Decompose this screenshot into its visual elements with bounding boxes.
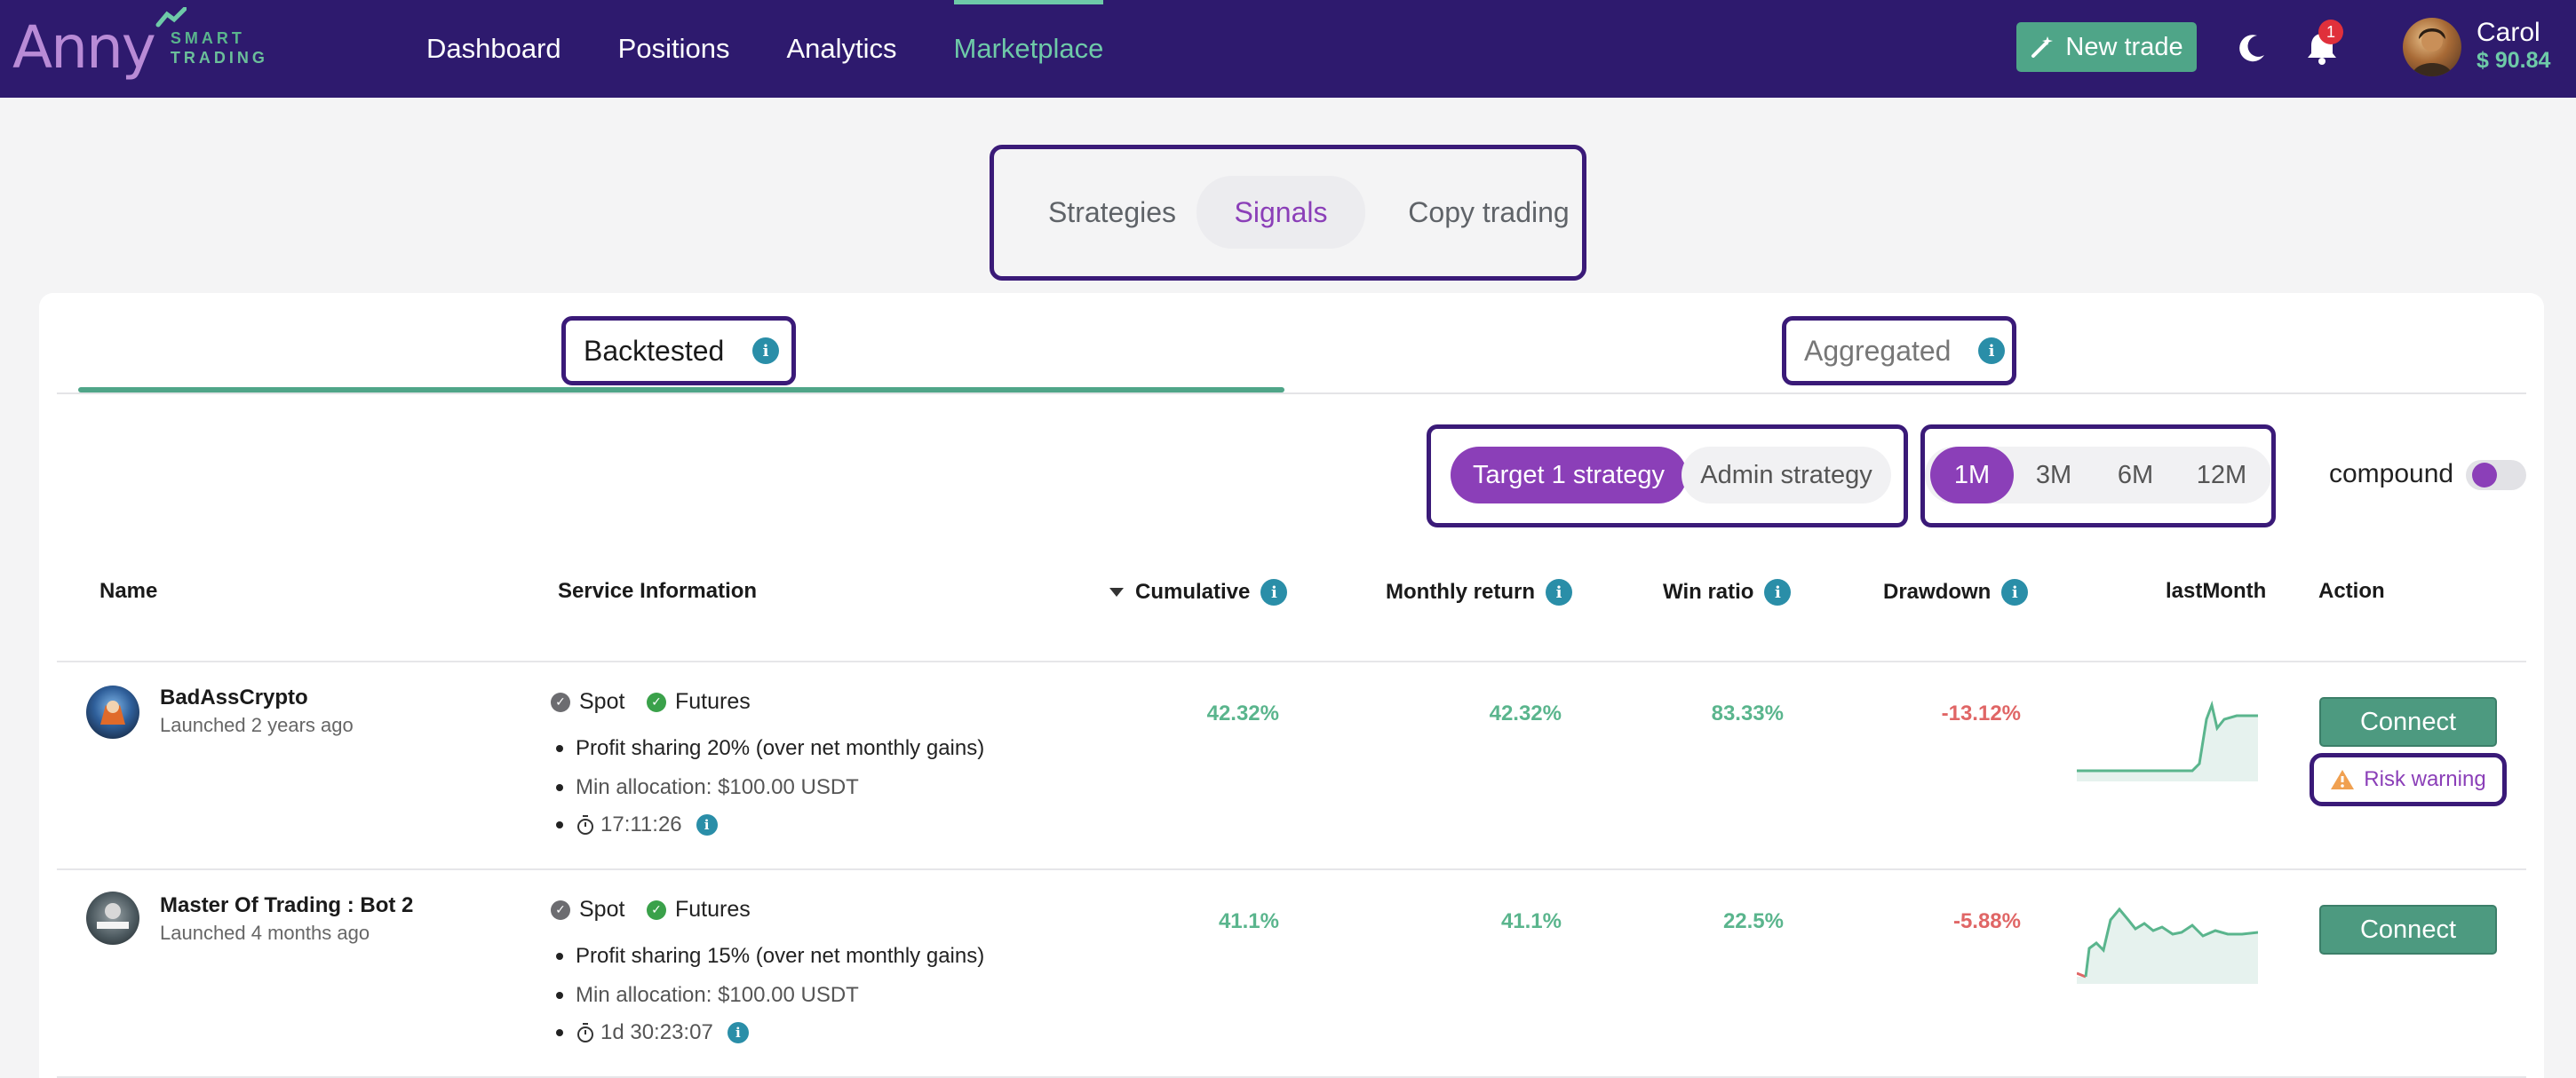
connect-button[interactable]: Connect (2319, 905, 2497, 955)
dark-mode-moon-icon[interactable] (2234, 30, 2270, 66)
cumulative-value: 42.32% (1206, 701, 1279, 725)
header-action: Action (2318, 579, 2385, 603)
period-12m[interactable]: 12M (2179, 447, 2264, 503)
magic-wand-icon (2031, 36, 2054, 58)
check-icon: ✓ (551, 692, 570, 712)
nav-dashboard[interactable]: Dashboard (426, 0, 561, 98)
period-1m[interactable]: 1M (1930, 447, 2014, 503)
tabs-divider (57, 392, 2526, 394)
row-name[interactable]: Master Of Trading : Bot 2 (160, 893, 413, 918)
logo-subtitle: SMART TRADING (170, 29, 268, 67)
info-icon[interactable]: i (1764, 579, 1792, 606)
header-name: Name (99, 579, 158, 603)
period-6m[interactable]: 6M (2095, 447, 2175, 503)
avatar (86, 686, 139, 739)
win-ratio-value: 22.5% (1722, 909, 1784, 933)
info-icon[interactable]: i (1546, 579, 1572, 606)
logo-wordmark: Anny (12, 13, 156, 82)
tag-futures: ✓ Futures (647, 897, 751, 923)
win-ratio-value: 83.33% (1711, 701, 1784, 725)
stopwatch-icon (577, 1023, 593, 1042)
nav-analytics[interactable]: Analytics (786, 0, 896, 98)
top-navbar: Anny SMART TRADING Dashboard Positions A… (0, 0, 2576, 98)
strategy-filter: Target 1 strategy Admin strategy (1427, 424, 1908, 527)
logo-tick-icon (155, 7, 187, 28)
avatar (86, 892, 139, 945)
header-monthly-return[interactable]: Monthly return i (1386, 579, 1572, 606)
master-of-trading-logo-icon (97, 903, 129, 929)
header-win-ratio[interactable]: Win ratio i (1663, 579, 1792, 606)
tab-aggregated-label: Aggregated (1804, 334, 1952, 367)
strategy-target-1[interactable]: Target 1 strategy (1451, 447, 1687, 503)
user-avatar[interactable] (2403, 18, 2461, 76)
info-icon[interactable]: i (1978, 337, 2005, 364)
timer: 1d 30:23:07 i (556, 1020, 749, 1045)
min-allocation: Min allocation: $100.00 USDT (556, 983, 859, 1008)
tab-backtested-label: Backtested (584, 334, 725, 367)
nav-marketplace[interactable]: Marketplace (953, 0, 1103, 98)
monthly-return-value: 42.32% (1489, 701, 1562, 725)
min-allocation: Min allocation: $100.00 USDT (556, 775, 859, 800)
header-cumulative[interactable]: Cumulative i (1109, 579, 1288, 606)
row-launched: Launched 4 months ago (160, 922, 370, 944)
row-divider (57, 868, 2526, 870)
new-trade-button[interactable]: New trade (2016, 22, 2197, 72)
user-name[interactable]: Carol (2477, 18, 2540, 48)
user-balance: $ 90.84 (2477, 48, 2551, 73)
last-month-sparkline (2077, 700, 2258, 781)
header-service: Service Information (558, 579, 758, 603)
main-nav: Dashboard Positions Analytics Marketplac… (426, 0, 1160, 98)
tag-spot: ✓ Spot (551, 689, 624, 715)
monthly-return-value: 41.1% (1500, 909, 1562, 933)
tab-backtested[interactable]: Backtested i (561, 316, 796, 385)
profit-sharing: Profit sharing 15% (over net monthly gai… (556, 944, 984, 969)
tab-strategies[interactable]: Strategies (1019, 176, 1205, 249)
header-divider (57, 661, 2526, 662)
connect-button[interactable]: Connect (2319, 697, 2497, 747)
info-icon[interactable]: i (2001, 579, 2029, 606)
check-icon: ✓ (647, 900, 666, 920)
row-name[interactable]: BadAssCrypto (160, 686, 308, 710)
active-tab-underline (78, 387, 1284, 392)
last-month-sparkline (2077, 907, 2258, 984)
marketplace-tabs: Strategies Signals Copy trading (990, 145, 1586, 281)
warning-triangle-icon (2331, 770, 2355, 789)
sort-desc-icon[interactable] (1109, 586, 1125, 598)
row-launched: Launched 2 years ago (160, 714, 354, 736)
badass-crypto-logo-icon (100, 701, 125, 725)
tab-copy-trading[interactable]: Copy trading (1395, 176, 1582, 249)
nav-positions[interactable]: Positions (618, 0, 730, 98)
app-logo[interactable]: Anny SMART TRADING (12, 7, 268, 83)
period-3m[interactable]: 3M (2014, 447, 2094, 503)
tab-signals[interactable]: Signals (1197, 176, 1365, 249)
tag-futures: ✓ Futures (647, 689, 751, 715)
drawdown-value: -5.88% (1952, 909, 2021, 933)
profit-sharing: Profit sharing 20% (over net monthly gai… (556, 736, 984, 761)
stopwatch-icon (577, 815, 593, 835)
check-icon: ✓ (647, 692, 666, 712)
compound-label: compound (2329, 459, 2454, 488)
risk-warning-link[interactable]: Risk warning (2310, 753, 2507, 806)
header-drawdown[interactable]: Drawdown i (1883, 579, 2029, 606)
notification-badge: 1 (2318, 20, 2343, 44)
tab-aggregated[interactable]: Aggregated i (1782, 316, 2016, 385)
tag-spot: ✓ Spot (551, 897, 624, 923)
header-last-month: lastMonth (2166, 579, 2267, 603)
check-icon: ✓ (551, 900, 570, 920)
new-trade-label: New trade (2065, 32, 2183, 61)
info-icon[interactable]: i (727, 1022, 749, 1043)
strategy-admin[interactable]: Admin strategy (1682, 447, 1891, 503)
timer: 17:11:26 i (556, 812, 718, 837)
info-icon[interactable]: i (696, 814, 718, 836)
period-filter: 1M 3M 6M 12M (1920, 424, 2276, 527)
avatar-portrait-icon (2412, 28, 2453, 76)
info-icon[interactable]: i (752, 337, 779, 364)
drawdown-value: -13.12% (1941, 701, 2021, 725)
cumulative-value: 41.1% (1218, 909, 1279, 933)
info-icon[interactable]: i (1260, 579, 1288, 606)
compound-toggle-knob[interactable] (2472, 463, 2497, 487)
